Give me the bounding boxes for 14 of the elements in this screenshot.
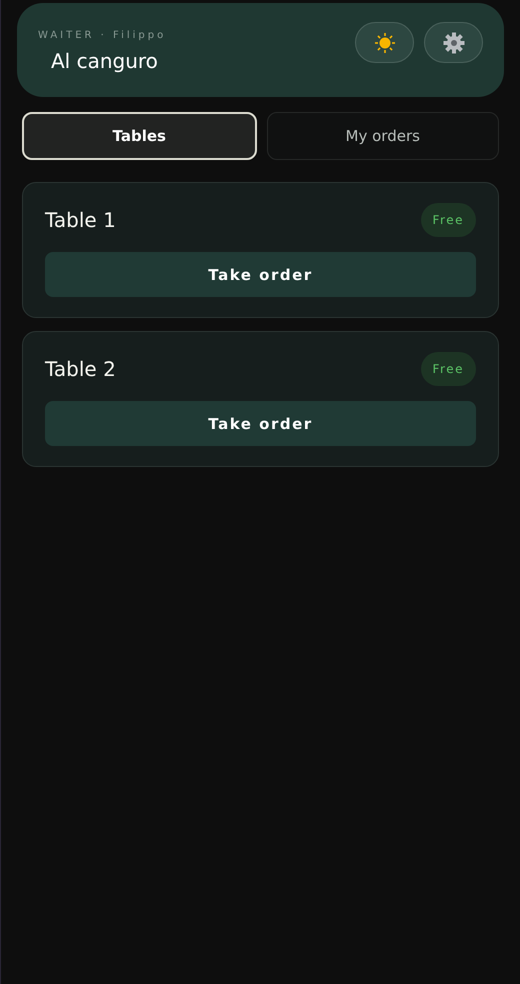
- theme-toggle-button[interactable]: [355, 22, 414, 63]
- restaurant-name: Al canguro: [51, 49, 159, 73]
- settings-icon: [442, 32, 464, 54]
- status-badge: Free: [420, 203, 476, 237]
- take-order-button[interactable]: Take order: [45, 401, 476, 446]
- take-order-button[interactable]: Take order: [45, 252, 476, 297]
- role-label: WAITER · Filippo: [38, 30, 166, 41]
- sun-icon: [374, 32, 396, 54]
- table-name: Table 1: [45, 208, 116, 232]
- settings-button[interactable]: [424, 22, 483, 63]
- status-badge: Free: [420, 352, 476, 386]
- tab[interactable]: My orders: [266, 112, 499, 160]
- table-name: Table 2: [45, 357, 116, 381]
- tab[interactable]: Tables: [22, 112, 256, 160]
